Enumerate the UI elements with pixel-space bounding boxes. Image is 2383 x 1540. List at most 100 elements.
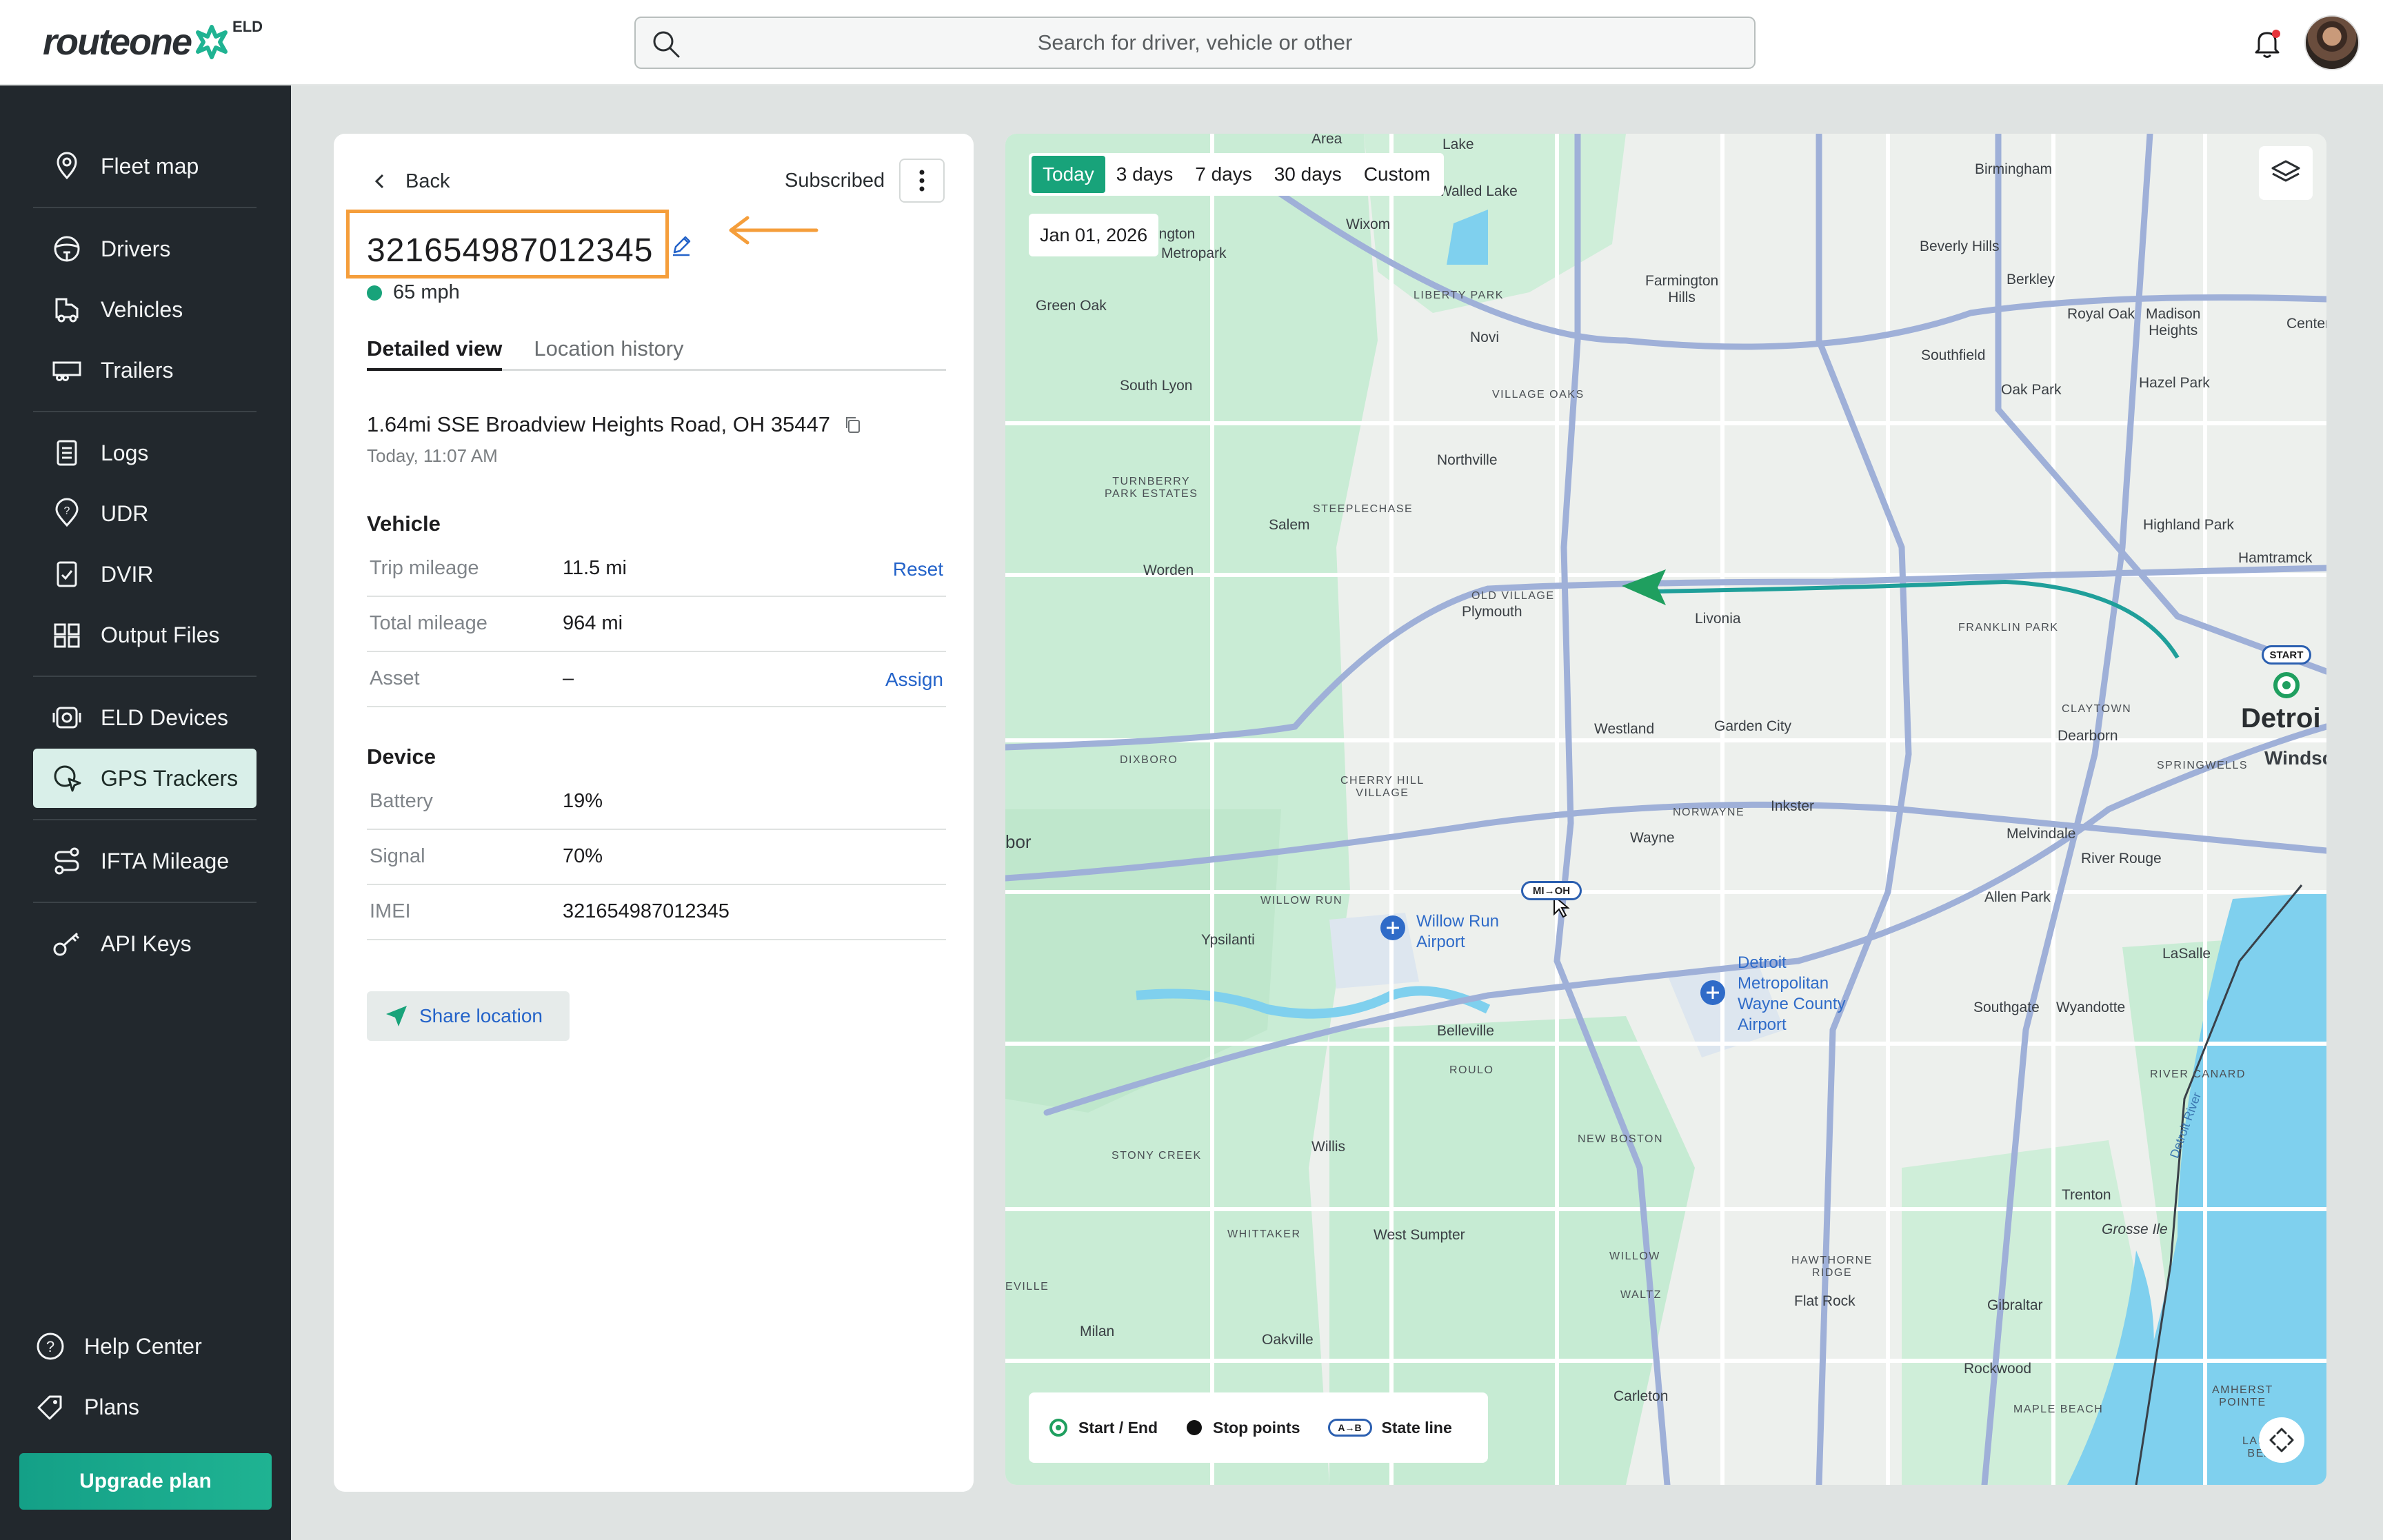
map-canvas[interactable]	[1005, 134, 2326, 1485]
stop-point-icon	[1187, 1420, 1203, 1435]
sidebar-item-vehicles[interactable]: Vehicles	[33, 280, 257, 339]
place-label: Oak Park	[2001, 382, 2062, 398]
tab-detailed-view[interactable]: Detailed view	[367, 336, 503, 371]
sidebar-item-api-keys[interactable]: API Keys	[33, 914, 257, 973]
sidebar-item-label: UDR	[101, 500, 149, 526]
divider	[33, 902, 257, 903]
steering-wheel-icon	[54, 236, 80, 262]
imei-label: IMEI	[370, 900, 411, 922]
place-label: Green Oak	[1036, 298, 1107, 314]
battery-value: 19%	[563, 790, 603, 812]
sidebar-item-logs[interactable]: Logs	[33, 423, 257, 483]
tracker-id-title: 321654987012345	[367, 232, 654, 269]
assign-asset-link[interactable]: Assign	[885, 669, 943, 691]
search-input[interactable]	[636, 30, 1754, 55]
place-label: Beverly Hills	[1920, 239, 2000, 254]
place-label: Rockwood	[1964, 1361, 2032, 1377]
trailer-icon	[52, 361, 81, 381]
device-section-heading: Device	[367, 744, 436, 769]
place-label: Livonia	[1695, 611, 1741, 627]
imei-row: IMEI 321654987012345	[367, 885, 946, 940]
back-button[interactable]: Back	[368, 170, 450, 193]
place-label: Metropark	[1161, 245, 1227, 261]
place-label: STONY CREEK	[1112, 1150, 1202, 1162]
top-bar: routeone ELD	[0, 0, 2383, 85]
sidebar-item-help-center[interactable]: ? Help Center	[19, 1317, 243, 1376]
range-option-today[interactable]: Today	[1032, 156, 1105, 193]
range-option-7-days[interactable]: 7 days	[1184, 156, 1263, 193]
place-label: Berkley	[2007, 272, 2055, 287]
place-label: LIBERTY PARK	[1414, 290, 1504, 301]
user-avatar[interactable]	[2304, 15, 2360, 70]
more-options-button[interactable]	[899, 159, 945, 203]
svg-text:?: ?	[64, 505, 70, 517]
address-timestamp: Today, 11:07 AM	[367, 445, 498, 466]
subscription-status: Subscribed	[785, 170, 885, 192]
sidebar-item-label: DVIR	[101, 561, 154, 587]
recenter-map-button[interactable]	[2259, 1417, 2304, 1463]
tab-location-history[interactable]: Location history	[534, 336, 683, 369]
state-line-badge-icon: A→B	[1327, 1419, 1372, 1437]
sidebar-item-gps-trackers[interactable]: GPS Trackers	[33, 749, 257, 808]
sidebar-item-dvir[interactable]: DVIR	[33, 545, 257, 604]
brand-name: routeone	[43, 21, 192, 63]
place-label: Wyandotte	[2056, 1000, 2126, 1015]
place-label: STEEPLECHASE	[1313, 503, 1414, 515]
map-layers-button[interactable]	[2259, 146, 2313, 200]
copy-icon[interactable]	[843, 414, 863, 435]
divider	[33, 819, 257, 820]
sidebar-item-label: GPS Trackers	[101, 765, 239, 791]
place-label: RIVER CANARD	[2150, 1068, 2246, 1080]
sidebar-item-trailers[interactable]: Trailers	[33, 341, 257, 400]
selected-date[interactable]: Jan 01, 2026	[1029, 214, 1159, 256]
sidebar-item-udr[interactable]: ? UDR	[33, 484, 257, 543]
place-label: Walled Lake	[1438, 183, 1518, 199]
sidebar-item-ifta-mileage[interactable]: IFTA Mileage	[33, 831, 257, 891]
edit-pencil-icon[interactable]	[669, 233, 694, 258]
place-label: Windsc	[2264, 747, 2326, 769]
place-label: Detroi	[2241, 703, 2321, 733]
place-label: bor	[1005, 831, 1032, 852]
key-icon	[53, 932, 80, 956]
place-label: Willis	[1311, 1139, 1345, 1155]
share-location-button[interactable]: Share location	[367, 991, 570, 1041]
place-label: Southgate	[1973, 1000, 2040, 1015]
brand-badge: ELD	[232, 18, 263, 35]
sidebar: Fleet map Drivers Vehicles Trailers Logs…	[0, 85, 291, 1540]
sidebar-item-output-files[interactable]: Output Files	[33, 605, 257, 665]
brand-logo[interactable]: routeone ELD	[43, 18, 263, 66]
sidebar-item-plans[interactable]: Plans	[19, 1377, 243, 1437]
search-bar[interactable]	[634, 17, 1756, 69]
sidebar-item-eld-devices[interactable]: ELD Devices	[33, 688, 257, 747]
place-label: Detroit Metropolitan Wayne County Airpor…	[1738, 953, 1846, 1034]
sidebar-item-label: Trailers	[101, 357, 174, 383]
notification-bell-icon[interactable]	[2249, 25, 2285, 61]
trip-mileage-label: Trip mileage	[370, 557, 479, 579]
sidebar-item-fleet-map[interactable]: Fleet map	[33, 136, 257, 196]
place-label: Lake	[1442, 136, 1474, 152]
battery-label: Battery	[370, 790, 433, 812]
speed-indicator: 65 mph	[367, 281, 460, 304]
upgrade-plan-button[interactable]: Upgrade plan	[19, 1453, 272, 1510]
range-option-3-days[interactable]: 3 days	[1105, 156, 1185, 193]
place-label: NORWAYNE	[1673, 807, 1745, 818]
asset-label: Asset	[370, 667, 420, 689]
reset-mileage-link[interactable]: Reset	[893, 558, 943, 580]
map-view[interactable]: Birmingham Lake Walled Lake Area Wixom i…	[1005, 134, 2326, 1485]
range-option-30-days[interactable]: 30 days	[1263, 156, 1353, 193]
place-label: Worden	[1143, 563, 1194, 578]
place-label: Novi	[1470, 330, 1500, 345]
imei-value: 321654987012345	[563, 900, 730, 922]
place-label: TURNBERRY PARK ESTATES	[1105, 476, 1198, 500]
sidebar-item-drivers[interactable]: Drivers	[33, 219, 257, 278]
range-option-custom[interactable]: Custom	[1353, 156, 1441, 193]
legend-label: Stop points	[1213, 1418, 1300, 1437]
place-label: Belleville	[1437, 1023, 1494, 1039]
location-question-icon: ?	[55, 498, 79, 527]
place-label: Hamtramck	[2238, 550, 2313, 566]
sidebar-item-label: IFTA Mileage	[101, 848, 230, 873]
signal-row: Signal 70%	[367, 830, 946, 885]
place-label: Allen Park	[1984, 889, 2051, 905]
plans-label: Plans	[84, 1394, 140, 1419]
place-label: LaSalle	[2162, 946, 2211, 962]
